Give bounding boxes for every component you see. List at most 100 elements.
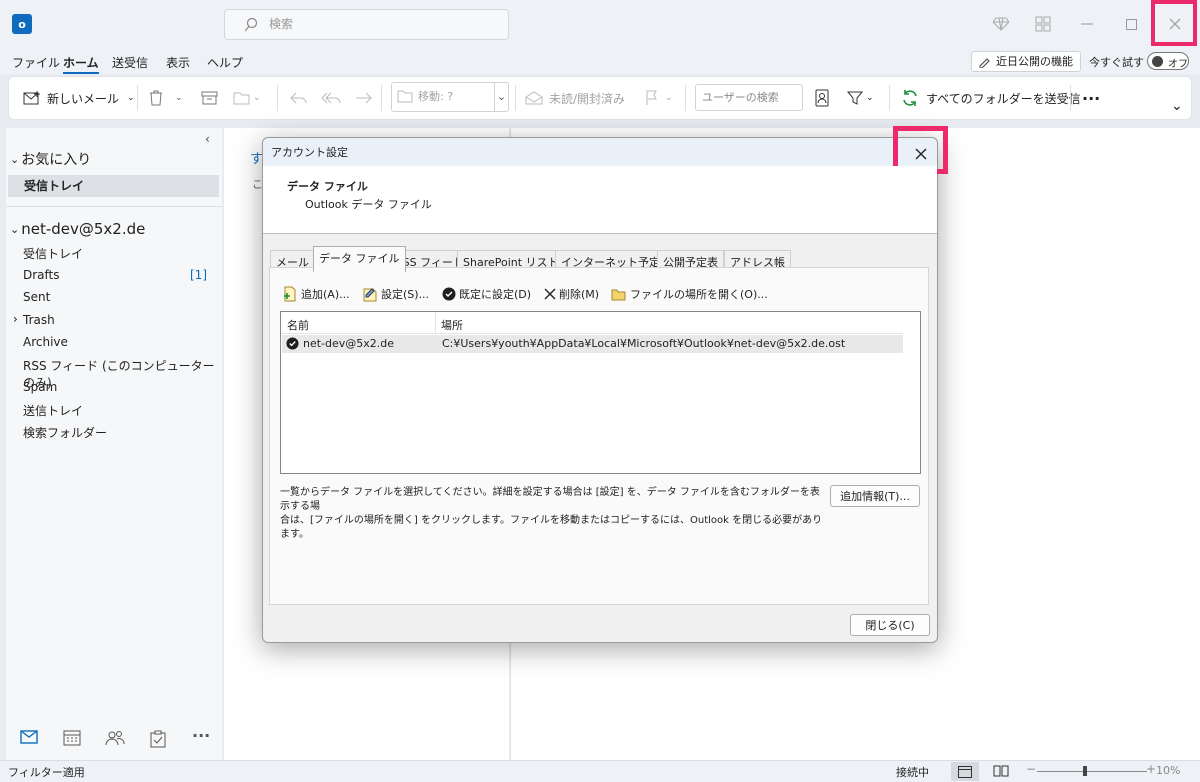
more-options-button[interactable]: ··· bbox=[1082, 77, 1100, 119]
folder-move-icon bbox=[233, 90, 251, 106]
reading-view-icon[interactable] bbox=[993, 765, 1009, 777]
add-button[interactable]: 追加(A)... bbox=[282, 286, 350, 302]
tab-data-files[interactable]: データ ファイル bbox=[313, 246, 406, 272]
reply-all-button[interactable] bbox=[321, 77, 341, 119]
module-navigation: ··· bbox=[6, 718, 222, 758]
filter-icon bbox=[847, 90, 863, 106]
toggle-knob bbox=[1152, 56, 1163, 67]
new-mail-button[interactable]: 新しいメール ⌄ bbox=[23, 77, 135, 119]
upcoming-features-button[interactable]: 近日公開の機能 bbox=[971, 51, 1081, 72]
ribbon-separator bbox=[137, 85, 138, 111]
settings-button[interactable]: 設定(S)... bbox=[362, 286, 429, 302]
account-header[interactable]: ⌄ net-dev@5x2.de bbox=[10, 220, 145, 238]
reply-button[interactable] bbox=[289, 77, 307, 119]
unread-read-button[interactable]: 未読/開封済み bbox=[525, 77, 625, 119]
move-to-combo[interactable]: 移動: ? ⌄ bbox=[391, 82, 509, 112]
delete-button[interactable]: ⌄ bbox=[149, 77, 183, 119]
chevron-right-icon[interactable]: › bbox=[13, 312, 18, 326]
mail-icon[interactable] bbox=[20, 730, 38, 744]
close-dialog-button[interactable]: 閉じる(C) bbox=[850, 614, 930, 636]
minimize-button[interactable] bbox=[1064, 0, 1110, 48]
folder-drafts[interactable]: Drafts bbox=[23, 268, 60, 282]
menu-send-receive[interactable]: 送受信 bbox=[112, 54, 148, 71]
folder-sent[interactable]: Sent bbox=[23, 290, 50, 304]
move-to-placeholder: 移動: ? bbox=[418, 90, 454, 103]
send-receive-all-button[interactable]: すべてのフォルダーを送受信 bbox=[901, 77, 1081, 119]
set-default-button[interactable]: 既定に設定(D) bbox=[442, 286, 531, 302]
forward-button[interactable] bbox=[355, 77, 373, 119]
column-header-name[interactable]: 名前 bbox=[287, 317, 309, 333]
user-search-input[interactable]: ユーザーの検索 bbox=[695, 84, 803, 111]
archive-button[interactable] bbox=[201, 77, 218, 119]
account-label: net-dev@5x2.de bbox=[21, 220, 146, 238]
chevron-down-icon[interactable]: ⌄ bbox=[127, 93, 135, 103]
chevron-down-icon[interactable]: ⌄ bbox=[175, 93, 183, 103]
dialog-header: データ ファイル Outlook データ ファイル bbox=[263, 166, 937, 234]
remove-button[interactable]: 削除(M) bbox=[544, 286, 599, 302]
more-info-button[interactable]: 追加情報(T)... bbox=[830, 485, 920, 507]
menu-view[interactable]: 表示 bbox=[166, 54, 190, 71]
calendar-icon[interactable] bbox=[63, 730, 81, 746]
ribbon-expand-chevron-icon[interactable]: ⌄ bbox=[1171, 85, 1183, 127]
dialog-header-subtitle: Outlook データ ファイル bbox=[305, 198, 432, 211]
zoom-in-button[interactable]: + bbox=[1146, 762, 1156, 776]
chevron-down-icon: ⌄ bbox=[10, 152, 20, 166]
folder-outbox[interactable]: 送信トレイ bbox=[23, 402, 83, 419]
menu-help[interactable]: ヘルプ bbox=[207, 54, 243, 71]
trash-icon bbox=[149, 90, 163, 106]
ribbon-separator bbox=[685, 85, 686, 111]
chevron-down-icon[interactable]: ⌄ bbox=[253, 93, 261, 103]
search-input[interactable]: 検索 bbox=[224, 9, 509, 40]
x-icon bbox=[544, 288, 556, 300]
folder-inbox[interactable]: 受信トレイ bbox=[23, 245, 83, 262]
folder-archive[interactable]: Archive bbox=[23, 335, 68, 349]
data-files-list[interactable]: 名前 場所 net-dev@5x2.de C:¥Users¥youth¥AppD… bbox=[280, 311, 921, 474]
sync-icon bbox=[901, 89, 919, 107]
maximize-button[interactable] bbox=[1108, 0, 1154, 48]
menu-file[interactable]: ファイル bbox=[12, 54, 60, 71]
filter-button[interactable]: ⌄ bbox=[847, 77, 874, 119]
ribbon-toolbar: 新しいメール ⌄ ⌄ ⌄ 移動: ? ⌄ 未読/開封済み ⌄ ユーザーの検索 ⌄… bbox=[8, 76, 1192, 120]
folder-spam[interactable]: Spam bbox=[23, 380, 57, 394]
description-line-1: 一覧からデータ ファイルを選択してください。詳細を設定する場合は [設定] を、… bbox=[280, 487, 820, 512]
apps-grid-icon[interactable] bbox=[1020, 0, 1066, 48]
upcoming-features-label: 近日公開の機能 bbox=[996, 55, 1073, 68]
chevron-down-icon[interactable]: ⌄ bbox=[665, 93, 673, 103]
chevron-down-icon[interactable]: ⌄ bbox=[494, 83, 508, 111]
drafts-count-badge: [1] bbox=[190, 268, 207, 282]
folder-trash[interactable]: Trash bbox=[23, 313, 55, 327]
normal-view-icon[interactable] bbox=[951, 762, 979, 781]
pen-sparkle-icon bbox=[978, 55, 991, 68]
premium-diamond-icon[interactable] bbox=[978, 0, 1024, 48]
menu-home[interactable]: ホーム bbox=[63, 54, 99, 74]
table-row[interactable]: net-dev@5x2.de C:¥Users¥youth¥AppData¥Lo… bbox=[282, 335, 903, 353]
column-separator[interactable] bbox=[435, 312, 436, 334]
ribbon-separator bbox=[381, 85, 382, 111]
description-line-2: 合は、[ファイルの場所を開く] をクリックします。ファイルを移動またはコピーする… bbox=[280, 515, 823, 540]
folder-search-folders[interactable]: 検索フォルダー bbox=[23, 424, 107, 441]
ribbon-separator bbox=[277, 85, 278, 111]
address-book-button[interactable] bbox=[815, 77, 829, 119]
tasks-icon[interactable] bbox=[150, 730, 166, 748]
zoom-slider-thumb[interactable] bbox=[1083, 766, 1087, 776]
more-apps-icon[interactable]: ··· bbox=[192, 726, 210, 745]
favorites-header[interactable]: ⌄ お気に入り bbox=[10, 149, 91, 169]
try-now-label: 今すぐ試す bbox=[1089, 56, 1144, 69]
column-header-location[interactable]: 場所 bbox=[441, 317, 463, 333]
open-file-location-button[interactable]: ファイルの場所を開く(O)... bbox=[611, 286, 768, 302]
zoom-slider[interactable] bbox=[1037, 771, 1147, 772]
ribbon-separator bbox=[515, 85, 516, 111]
connection-status: 接続中 bbox=[896, 766, 929, 779]
favorites-inbox[interactable]: 受信トレイ bbox=[8, 175, 219, 197]
add-file-icon bbox=[282, 286, 298, 302]
collapse-pane-chevron-icon[interactable]: ‹ bbox=[205, 132, 210, 146]
move-to-button[interactable]: ⌄ bbox=[233, 77, 261, 119]
zoom-out-button[interactable]: − bbox=[1026, 762, 1036, 776]
people-icon[interactable] bbox=[105, 730, 125, 746]
data-files-panel: 追加(A)... 設定(S)... 既定に設定(D) 削除(M) ファイルの場所… bbox=[269, 267, 929, 605]
flag-button[interactable]: ⌄ bbox=[645, 77, 673, 119]
flag-icon bbox=[645, 90, 659, 106]
try-now-toggle[interactable]: オフ bbox=[1147, 52, 1189, 70]
chevron-down-icon[interactable]: ⌄ bbox=[866, 93, 874, 103]
checkmark-circle-icon bbox=[442, 287, 456, 301]
